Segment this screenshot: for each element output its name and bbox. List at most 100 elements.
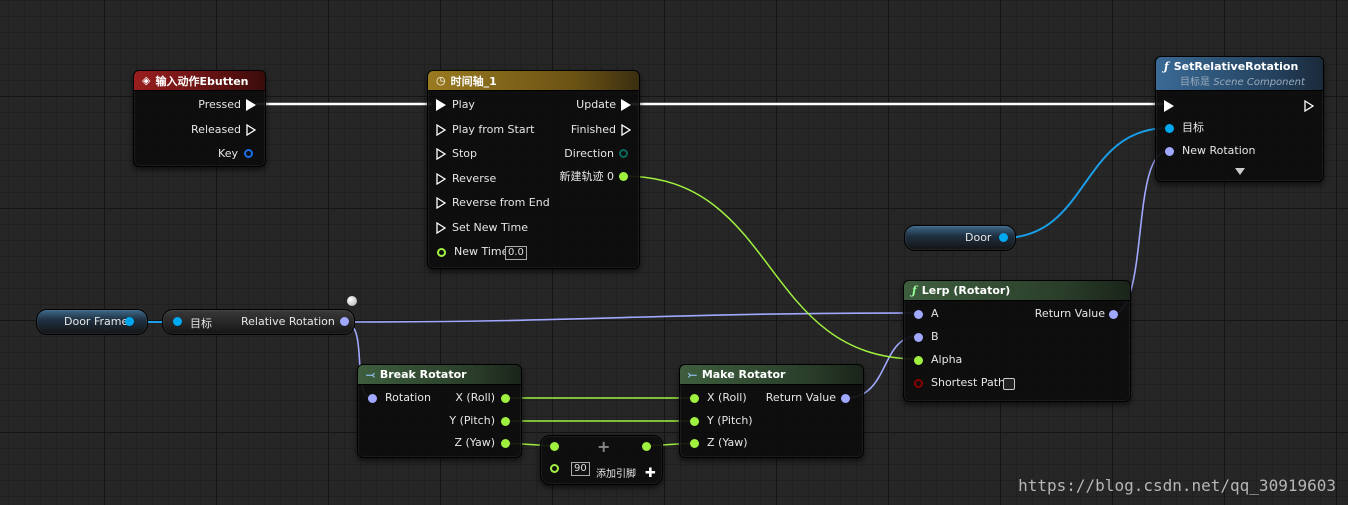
break-rotator-node[interactable]: ⤙ Break Rotator Rotation X (Roll) Y (Pit…	[357, 364, 522, 458]
break-x-label: X (Roll)	[455, 391, 495, 404]
lerp-return-label: Return Value	[1034, 307, 1105, 320]
input-action-node[interactable]: ◈ 输入动作Ebutten Pressed Released Key	[133, 70, 266, 167]
function-icon: ƒ	[1164, 59, 1169, 73]
make-return-pin[interactable]	[841, 394, 850, 403]
add-input-b-pin[interactable]	[550, 464, 559, 473]
door-frame-variable-node[interactable]: Door Frame	[36, 309, 148, 335]
add-output-pin[interactable]	[642, 442, 651, 451]
set-rotation-exec-in[interactable]	[1164, 100, 1174, 112]
new-rotation-label: New Rotation	[1182, 144, 1256, 157]
lerp-header: ƒ Lerp (Rotator)	[904, 281, 1130, 301]
update-label: Update	[576, 98, 616, 111]
direction-label: Direction	[564, 147, 614, 160]
timeline-header: ◷ 时间轴_1	[428, 71, 639, 91]
relative-rotation-label: Relative Rotation	[241, 315, 335, 328]
lerp-a-pin[interactable]	[914, 310, 923, 319]
lerp-alpha-pin[interactable]	[914, 356, 923, 365]
make-return-label: Return Value	[765, 391, 836, 404]
lerp-title: Lerp (Rotator)	[921, 284, 1011, 297]
set-relative-rotation-node[interactable]: ƒ SetRelativeRotation 目标是 Scene Component…	[1155, 56, 1324, 182]
shortest-path-bool-pin[interactable]	[914, 379, 923, 388]
pressed-label: Pressed	[198, 98, 241, 111]
door-frame-object-pin[interactable]	[125, 317, 134, 326]
door-label: Door	[965, 231, 992, 244]
set-rotation-exec-out[interactable]	[1304, 100, 1314, 112]
set-rotation-title: SetRelativeRotation	[1173, 59, 1299, 73]
released-exec-pin[interactable]	[246, 124, 256, 136]
break-header: ⤙ Break Rotator	[358, 365, 521, 385]
break-y-label: Y (Pitch)	[449, 414, 495, 427]
play-from-start-exec-pin[interactable]	[436, 124, 446, 136]
break-z-pin[interactable]	[501, 439, 510, 448]
break-struct-icon: ⤙	[366, 367, 375, 381]
set-new-time-exec-pin[interactable]	[436, 222, 446, 234]
direction-enum-pin[interactable]	[619, 149, 628, 158]
add-pin-label[interactable]: 添加引脚	[596, 468, 636, 482]
shortest-path-checkbox[interactable]	[1003, 378, 1015, 390]
new-time-float-pin[interactable]	[437, 248, 446, 257]
input-action-header: ◈ 输入动作Ebutten	[134, 71, 265, 91]
add-operator-icon: +	[597, 437, 611, 456]
reverse-from-end-exec-pin[interactable]	[436, 197, 446, 209]
key-label: Key	[218, 147, 238, 160]
add-pin-plus-icon[interactable]: ✚	[645, 466, 656, 481]
expand-arrow-icon[interactable]	[1235, 168, 1245, 175]
door-frame-label: Door Frame	[64, 315, 129, 328]
play-exec-pin[interactable]	[436, 99, 446, 111]
set-rotation-header: ƒ SetRelativeRotation 目标是 Scene Component	[1156, 57, 1323, 91]
make-y-label: Y (Pitch)	[707, 414, 753, 427]
key-struct-pin[interactable]	[244, 149, 253, 158]
make-struct-icon: ⤚	[688, 367, 697, 381]
door-object-pin[interactable]	[999, 233, 1008, 242]
finished-label: Finished	[570, 123, 616, 136]
new-time-value-field[interactable]: 0.0	[505, 246, 527, 260]
timeline-node[interactable]: ◷ 时间轴_1 Play Play from Start Stop Revers…	[427, 70, 640, 269]
add-input-a-pin[interactable]	[550, 442, 559, 451]
getter-target-pin[interactable]	[173, 317, 182, 326]
make-rotator-node[interactable]: ⤚ Make Rotator X (Roll) Y (Pitch) Z (Yaw…	[679, 364, 864, 458]
make-z-pin[interactable]	[690, 439, 699, 448]
target-object-pin[interactable]	[1165, 124, 1174, 133]
stop-exec-pin[interactable]	[436, 148, 446, 160]
new-rotation-pin[interactable]	[1165, 147, 1174, 156]
lerp-return-pin[interactable]	[1109, 310, 1118, 319]
break-y-pin[interactable]	[501, 417, 510, 426]
door-variable-node[interactable]: Door	[904, 225, 1016, 251]
watermark: https://blog.csdn.net/qq_30919603	[1018, 476, 1336, 495]
add-value-field[interactable]: 90	[571, 462, 590, 476]
target-label: 目标	[1182, 121, 1204, 134]
set-rotation-subtitle-target: Scene Component	[1213, 76, 1305, 88]
reroute-knot-icon[interactable]	[347, 296, 357, 306]
lerp-rotator-node[interactable]: ƒ Lerp (Rotator) A B Alpha Shortest Path…	[903, 280, 1131, 402]
play-label: Play	[452, 98, 475, 111]
stop-label: Stop	[452, 147, 478, 160]
reverse-from-end-label: Reverse from End	[452, 196, 550, 209]
set-new-time-label: Set New Time	[452, 221, 528, 234]
add-float-node[interactable]: + 90 添加引脚 ✚	[540, 435, 663, 485]
reverse-exec-pin[interactable]	[436, 173, 446, 185]
make-x-label: X (Roll)	[707, 391, 747, 404]
lerp-b-pin[interactable]	[914, 333, 923, 342]
play-from-start-label: Play from Start	[452, 123, 535, 136]
break-rotation-pin[interactable]	[368, 394, 377, 403]
relative-rotation-pin[interactable]	[340, 317, 349, 326]
reverse-label: Reverse	[452, 172, 497, 185]
make-title: Make Rotator	[701, 368, 786, 381]
timeline-title: 时间轴_1	[450, 74, 497, 88]
relative-rotation-getter-node[interactable]: 目标 Relative Rotation	[162, 296, 357, 335]
break-rotation-label: Rotation	[385, 391, 432, 404]
shortest-path-label: Shortest Path	[931, 376, 1005, 389]
make-header: ⤚ Make Rotator	[680, 365, 863, 385]
make-y-pin[interactable]	[690, 417, 699, 426]
track-label: 新建轨迹 0	[559, 170, 615, 183]
track-float-pin[interactable]	[619, 172, 628, 181]
update-exec-pin[interactable]	[621, 99, 631, 111]
lerp-a-label: A	[931, 307, 939, 320]
input-action-title: 输入动作Ebutten	[155, 74, 249, 88]
set-rotation-subtitle-prefix: 目标是	[1180, 76, 1214, 88]
make-x-pin[interactable]	[690, 394, 699, 403]
pressed-exec-pin[interactable]	[246, 99, 256, 111]
break-x-pin[interactable]	[501, 394, 510, 403]
finished-exec-pin[interactable]	[621, 124, 631, 136]
clock-icon: ◷	[436, 74, 446, 87]
